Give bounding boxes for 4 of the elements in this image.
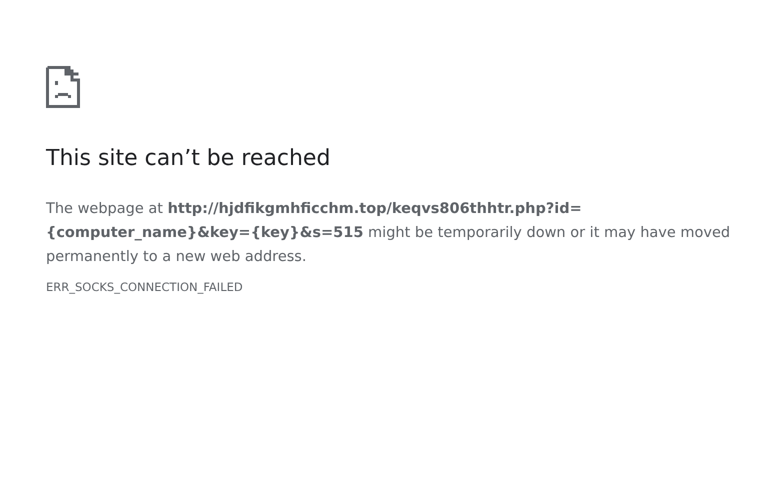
- sad-page-icon: [46, 66, 80, 108]
- error-code: ERR_SOCKS_CONNECTION_FAILED: [46, 280, 244, 294]
- error-message: The webpage at http://hjdfikgmhficchm.top/keqvs806thhtr.php?id={computer_name}&key={key}&s=515 might be temporarily down or it may have moved permanently to a new web address.: [46, 200, 732, 267]
- error-heading: This site can’t be reached: [46, 145, 332, 173]
